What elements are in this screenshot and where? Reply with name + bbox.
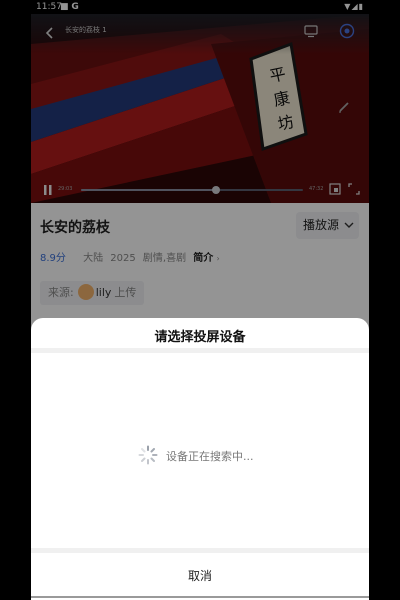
cast-device-sheet: 请选择投屏设备 设备正在搜索中... 取消 xyxy=(31,318,369,600)
sheet-title: 请选择投屏设备 xyxy=(154,330,246,345)
cancel-button[interactable]: 取消 xyxy=(31,553,369,600)
searching-status: 设备正在搜索中... xyxy=(166,450,254,463)
divider xyxy=(31,348,369,353)
home-indicator[interactable] xyxy=(31,596,369,598)
loading-spinner-icon xyxy=(138,445,158,465)
